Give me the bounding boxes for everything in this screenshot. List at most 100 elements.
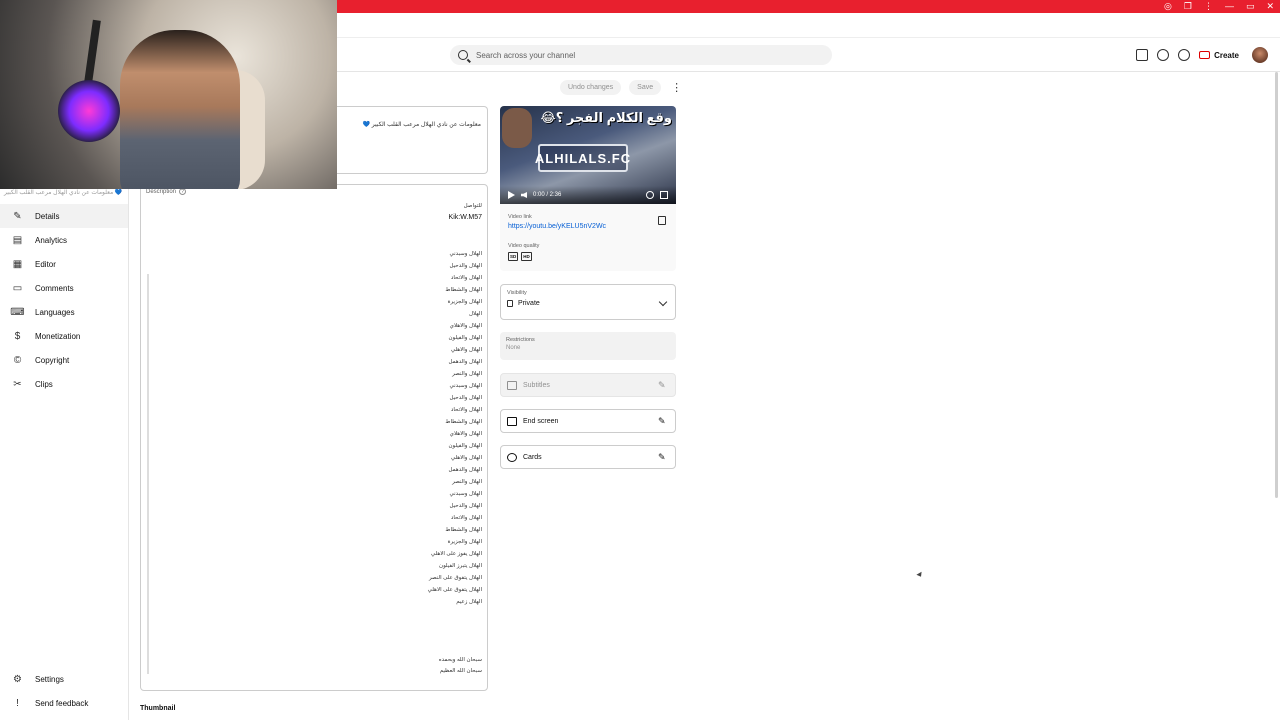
pencil-icon[interactable]: ✎ xyxy=(658,453,667,462)
description-line: الهلال والاتحاد xyxy=(450,407,482,413)
sidebar-item-languages[interactable]: ⌨ Languages xyxy=(0,300,128,324)
description-line: الهلال وسبدني xyxy=(449,383,482,389)
description-line: الهلال والدحيل xyxy=(449,395,482,401)
sidebar-item-label: Monetization xyxy=(35,331,81,341)
subtitles-label: Subtitles xyxy=(523,381,550,389)
visibility-label: Visibility xyxy=(507,290,527,296)
editor-icon: ▦ xyxy=(12,258,23,270)
pencil-icon[interactable]: ✎ xyxy=(658,381,667,390)
volume-icon[interactable] xyxy=(521,192,527,198)
help-icon[interactable] xyxy=(1157,49,1170,61)
description-line: الهلال والفيلون xyxy=(448,335,482,341)
video-player[interactable]: وقع الكلام الفجر ؟😂 ALHILALS.FC 0:00 / 2… xyxy=(500,106,676,204)
sidebar-item-details[interactable]: ✎ Details xyxy=(0,204,128,228)
details-toolbar: Undo changes Save ⋮ xyxy=(560,80,682,95)
end-screen-row[interactable]: End screen ✎ xyxy=(500,409,676,433)
description-line: الهلال وسبدني xyxy=(449,491,482,497)
video-quality-label: Video quality xyxy=(508,243,540,249)
extension-icon[interactable]: ◎ xyxy=(1164,1,1172,12)
video-preview-card: وقع الكلام الفجر ؟😂 ALHILALS.FC 0:00 / 2… xyxy=(500,106,676,271)
play-icon[interactable] xyxy=(508,191,515,199)
thumbnail-face xyxy=(502,108,532,148)
info-icon xyxy=(507,452,517,462)
description-line: الهلال والدحيل xyxy=(449,503,482,509)
save-button[interactable]: Save xyxy=(629,80,662,95)
video-quality-badges: SD HD xyxy=(508,252,532,261)
subtitles-row[interactable]: Subtitles ✎ xyxy=(500,373,676,397)
sidebar-item-settings[interactable]: ⚙ Settings xyxy=(0,667,128,691)
fullscreen-icon[interactable] xyxy=(660,191,668,199)
feedback-icon: ! xyxy=(16,697,19,709)
sidebar-item-feedback[interactable]: ! Send feedback xyxy=(0,691,128,715)
gear-icon: ⚙ xyxy=(13,673,22,685)
description-line: الهلال والشطاط xyxy=(445,287,482,293)
description-line: الهلال والاهلي xyxy=(450,455,482,461)
sidebar-item-editor[interactable]: ▦ Editor xyxy=(0,252,128,276)
player-controls: 0:00 / 2:36 xyxy=(500,186,676,204)
cards-row[interactable]: Cards ✎ xyxy=(500,445,676,469)
visibility-select[interactable]: Visibility Private xyxy=(500,284,676,320)
sd-badge: SD xyxy=(508,252,519,261)
undo-changes-button[interactable]: Undo changes xyxy=(560,80,622,95)
notifications-icon[interactable] xyxy=(1178,49,1191,61)
avatar[interactable] xyxy=(1252,47,1268,63)
title-field[interactable]: معلومات عن نادي الهلال مرعب القلب الكبير… xyxy=(337,106,488,174)
description-line: الهلال والدهمل xyxy=(448,467,482,473)
description-line: الهلال والشطاط xyxy=(445,419,482,425)
sidebar-item-copyright[interactable]: © Copyright xyxy=(0,348,128,372)
sidebar-item-label: Settings xyxy=(35,674,64,684)
help-icon[interactable]: ? xyxy=(179,188,187,195)
description-footer: سبحان الله وبحمده سبحان الله العظيم xyxy=(439,655,482,677)
description-line: الهلال والدهمل xyxy=(448,359,482,365)
sidebar-item-analytics[interactable]: ▤ Analytics xyxy=(0,228,128,252)
window-controls[interactable]: ◎ ❐ ⋮ — ▭ ✕ xyxy=(1164,1,1274,12)
pencil-icon[interactable]: ✎ xyxy=(658,417,667,426)
hd-badge: HD xyxy=(521,252,532,261)
comments-icon: ▭ xyxy=(12,282,23,294)
description-line: الهلال والاتحاد xyxy=(450,275,482,281)
gear-icon[interactable] xyxy=(646,191,654,199)
sidebar-item-label: Analytics xyxy=(35,235,68,245)
create-button[interactable]: Create xyxy=(1199,51,1239,60)
menu-icon[interactable]: ⋮ xyxy=(1204,1,1213,12)
sidebar-item-label: Editor xyxy=(35,259,56,269)
description-line: الهلال والشطاط xyxy=(445,527,482,533)
maximize-icon[interactable]: ▭ xyxy=(1246,1,1255,12)
sidebar-item-label: Comments xyxy=(35,283,74,293)
description-line: الهلال والاهلاي xyxy=(449,431,482,437)
video-time: 0:00 / 2:36 xyxy=(533,192,562,198)
page-scrollbar[interactable] xyxy=(1275,72,1278,498)
search-input[interactable]: Search across your channel xyxy=(476,51,575,60)
sidebar-item-clips[interactable]: ✂ Clips xyxy=(0,372,128,396)
subtitles-icon xyxy=(507,380,517,390)
restrictions-label: Restrictions xyxy=(506,337,535,343)
description-line: الهلال xyxy=(468,311,482,317)
description-line: الهلال زعيم xyxy=(456,599,482,605)
minimize-icon[interactable]: — xyxy=(1225,1,1234,12)
sidebar-item-label: Details xyxy=(35,211,60,221)
video-link[interactable]: https://youtu.be/yKELU5nV2Wc xyxy=(508,223,606,230)
copy-icon[interactable] xyxy=(658,216,666,225)
tab-icon[interactable]: ❐ xyxy=(1184,1,1192,12)
sidebar-item-comments[interactable]: ▭ Comments xyxy=(0,276,128,300)
end-screen-label: End screen xyxy=(523,417,559,425)
messages-icon[interactable] xyxy=(1136,49,1149,61)
sidebar-video-title: معلومات عن نادي الهلال مرعب القلب الكبير… xyxy=(4,190,123,196)
search-icon xyxy=(458,50,468,60)
sidebar-item-label: Languages xyxy=(35,307,75,317)
analytics-icon: ▤ xyxy=(12,234,23,246)
description-line: سبحان الله وبحمده xyxy=(438,657,482,663)
description-line: الهلال والنصر xyxy=(452,371,482,377)
description-scrollbar[interactable] xyxy=(147,274,149,674)
description-line: الهلال والفيلون xyxy=(448,443,482,449)
club-logo: ALHILALS.FC xyxy=(535,144,630,172)
more-options-icon[interactable]: ⋮ xyxy=(671,81,682,94)
streamer xyxy=(120,30,240,189)
search-bar[interactable]: Search across your channel xyxy=(450,45,832,65)
description-line: الهلال والجزيرة xyxy=(447,299,482,305)
sidebar-bottom: ⚙ Settings ! Send feedback xyxy=(0,667,128,715)
microphone xyxy=(58,80,120,142)
close-icon[interactable]: ✕ xyxy=(1266,1,1274,12)
description-line: الهلال والاهلي xyxy=(450,347,482,353)
sidebar-item-monetization[interactable]: $ Monetization xyxy=(0,324,128,348)
